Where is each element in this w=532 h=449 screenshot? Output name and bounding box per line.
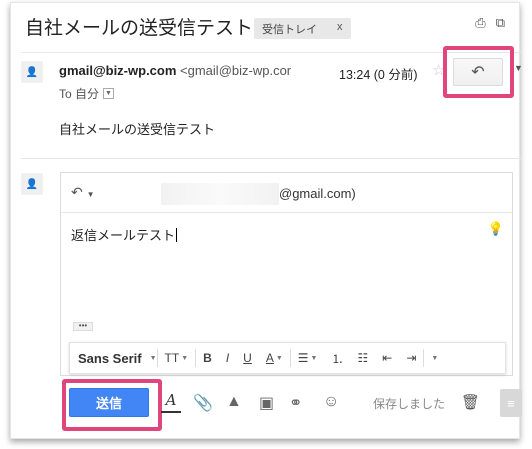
recipient-redacted <box>161 183 279 205</box>
indent-less-button[interactable]: ⇤ <box>375 351 399 365</box>
align-icon: ☰ <box>297 351 309 365</box>
highlight-send-button <box>62 379 162 431</box>
italic-icon: I <box>225 351 230 365</box>
recipient-address[interactable]: @gmail.com) <box>279 186 356 201</box>
drive-icon[interactable]: ▲ <box>226 393 242 411</box>
new-window-icon[interactable]: ⧉ <box>496 15 505 31</box>
underline-icon: U <box>243 351 252 365</box>
draft-saved-status: 保存しました <box>373 397 446 411</box>
my-avatar: 👤 <box>21 173 43 195</box>
message-divider <box>21 158 521 159</box>
label-remove-icon[interactable]: x <box>337 21 343 39</box>
more-formatting-icon: ▼ <box>431 354 439 362</box>
formatting-toggle-icon[interactable]: A <box>161 391 181 413</box>
font-family-select[interactable]: Sans Serif <box>70 351 150 366</box>
trash-icon[interactable]: 🗑 <box>461 393 480 411</box>
message-body: 自社メールの送受信テスト <box>59 122 216 137</box>
more-options-icon: ≡ <box>507 395 515 411</box>
compose-body-text: 返信メールテスト <box>71 228 176 243</box>
sender-email: <gmail@biz-wp.cor <box>180 63 292 78</box>
indent-less-icon: ⇤ <box>382 351 393 365</box>
more-formatting-button[interactable]: ▼ <box>424 355 445 362</box>
bold-icon: B <box>203 351 212 365</box>
details-dropdown-icon[interactable]: ▼ <box>103 88 115 99</box>
formatting-toolbar: Sans Serif ▼ TT ▼ B I U A ▼ ☰ ▼ ⒈ ☷ ⇤ ⇥ ▼ <box>69 342 506 374</box>
message-time: 13:24 (0 分前) <box>339 68 418 82</box>
photo-icon[interactable]: ▣ <box>259 393 274 413</box>
more-options-button[interactable]: ≡ <box>500 389 522 417</box>
mail-window: 自社メールの送受信テスト 受信トレイ x ⎙ ⧉ 👤 gmail@biz-wp.… <box>10 2 523 439</box>
recipient-details[interactable]: To 自分 ▼ <box>59 85 115 102</box>
compose-header: ↶ ▼ @gmail.com) <box>61 173 512 213</box>
highlight-reply-button <box>443 46 514 98</box>
text-caret <box>176 228 178 242</box>
numbered-list-button[interactable]: ⒈ <box>324 350 350 367</box>
top-actions: ⎙ ⧉ <box>475 15 505 31</box>
bulleted-list-button[interactable]: ☷ <box>351 351 376 365</box>
underline-button[interactable]: U <box>236 351 259 365</box>
sender-avatar: 👤 <box>21 61 43 83</box>
font-dropdown-icon[interactable]: ▼ <box>150 355 157 362</box>
link-icon[interactable]: ⚭ <box>289 393 302 413</box>
bulleted-list-icon: ☷ <box>357 351 369 365</box>
italic-button[interactable]: I <box>219 351 236 365</box>
attach-icon[interactable]: 📎 <box>193 393 213 413</box>
sender-name: gmail@biz-wp.com <box>59 63 177 78</box>
indent-more-button[interactable]: ⇥ <box>399 351 423 365</box>
compose-actions: 送信 A 📎 ▲ ▣ ⚭ ☺ 保存しました 🗑 ≡ <box>21 379 522 431</box>
align-button[interactable]: ☰ ▼ <box>291 351 325 365</box>
more-actions-dropdown-icon[interactable]: ▼ <box>514 63 523 73</box>
thread-subject: 自社メールの送受信テスト <box>25 17 254 39</box>
to-label: To 自分 <box>59 87 100 101</box>
numbered-list-icon: ⒈ <box>331 351 344 366</box>
label-chip[interactable]: 受信トレイ x <box>254 18 351 39</box>
print-icon[interactable]: ⎙ <box>475 15 485 31</box>
sender-line[interactable]: gmail@biz-wp.com <gmail@biz-wp.cor <box>59 63 291 78</box>
lightbulb-icon[interactable]: 💡 <box>488 221 504 237</box>
show-trimmed-content-button[interactable]: ••• <box>73 322 93 331</box>
text-color-icon: A <box>265 351 274 365</box>
compose-body[interactable]: 返信メールテスト <box>71 225 178 244</box>
font-size-icon: TT <box>164 351 180 365</box>
emoji-icon[interactable]: ☺ <box>323 393 339 411</box>
label-chip-text: 受信トレイ <box>262 24 317 36</box>
font-size-button[interactable]: TT ▼ <box>158 351 196 365</box>
text-color-button[interactable]: A ▼ <box>259 351 290 365</box>
bold-button[interactable]: B <box>196 351 219 365</box>
reply-type-selector[interactable]: ↶ ▼ <box>71 184 95 201</box>
indent-more-icon: ⇥ <box>406 351 417 365</box>
